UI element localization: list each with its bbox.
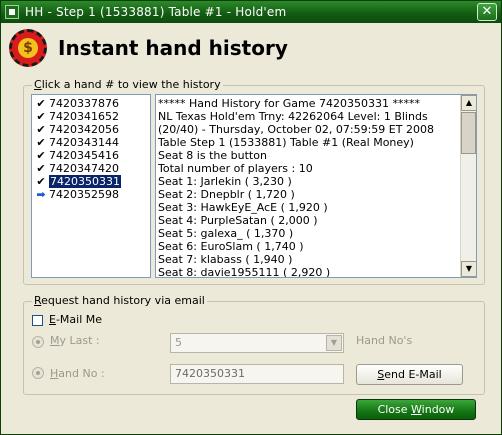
- hand-number: 7420352598: [49, 188, 119, 201]
- hand-number-list[interactable]: ✔ 7420337876 ✔ 7420341652 ✔ 7420342056 ✔…: [31, 94, 151, 278]
- hand-history-text[interactable]: ***** Hand History for Game 7420350331 *…: [155, 94, 477, 278]
- history-line: Seat 1: Jarlekin ( 3,230 ): [158, 175, 292, 188]
- dollar-icon: $: [18, 38, 38, 58]
- history-line: (20/40) - Thursday, October 02, 07:59:59…: [158, 123, 434, 136]
- history-line: NL Texas Hold'em Trny: 42262064 Level: 1…: [158, 110, 428, 123]
- check-icon: ✔: [36, 123, 46, 136]
- page-title: Instant hand history: [58, 36, 288, 60]
- hand-number: 7420341652: [49, 110, 119, 123]
- hand-history-window: HH - Step 1 (1533881) Table #1 - Hold'em…: [0, 0, 502, 435]
- hand-list-item-selected[interactable]: ✔ 7420350331: [34, 175, 150, 188]
- check-icon: ✔: [36, 149, 46, 162]
- history-line: Seat 7: klabass ( 1,940 ): [158, 253, 293, 266]
- my-last-count-value: 5: [175, 336, 182, 349]
- hand-no-label: Hand No :: [50, 367, 105, 380]
- history-line: Seat 3: HawkEyE_AcE ( 1,920 ): [158, 201, 328, 214]
- check-icon: ✔: [36, 97, 46, 110]
- check-icon: ✔: [36, 162, 46, 175]
- history-line: Seat 2: Dnepblr ( 1,720 ): [158, 188, 295, 201]
- hand-number: 7420342056: [49, 123, 119, 136]
- email-me-label[interactable]: E-Mail Me: [49, 313, 102, 327]
- app-icon: [5, 5, 19, 19]
- hand-list-item[interactable]: ✔ 7420337876: [34, 97, 150, 110]
- history-line: Seat 5: galexa_ ( 1,370 ): [158, 227, 294, 240]
- check-icon: ✔: [36, 110, 46, 123]
- scroll-up-arrow-icon[interactable]: ▲: [461, 95, 476, 111]
- check-icon: ✔: [36, 136, 46, 149]
- hand-list-item[interactable]: ✔ 7420342056: [34, 123, 150, 136]
- hand-list-item-current[interactable]: ➡ 7420352598: [34, 188, 150, 201]
- history-line: Seat 4: PurpleSatan ( 2,000 ): [158, 214, 318, 227]
- hand-list-group-label: Click a hand # to view the history: [32, 78, 223, 92]
- chevron-down-icon[interactable]: ▼: [326, 335, 342, 351]
- scroll-down-arrow-icon[interactable]: ▼: [461, 261, 476, 277]
- title-bar[interactable]: HH - Step 1 (1533881) Table #1 - Hold'em…: [1, 1, 501, 23]
- window-title: HH - Step 1 (1533881) Table #1 - Hold'em: [25, 5, 287, 19]
- email-me-checkbox[interactable]: [32, 315, 43, 326]
- hand-no-value: 7420350331: [175, 367, 245, 380]
- history-line: ***** Hand History for Game 7420350331 *…: [158, 97, 420, 110]
- scroll-thumb[interactable]: [461, 112, 476, 154]
- hand-list-item[interactable]: ✔ 7420341652: [34, 110, 150, 123]
- check-icon: ✔: [36, 175, 46, 188]
- my-last-count-select[interactable]: 5 ▼: [170, 333, 344, 353]
- hand-nos-label: Hand No's: [356, 334, 413, 347]
- hand-number: 7420343144: [49, 136, 119, 149]
- my-last-radio[interactable]: [32, 336, 44, 348]
- hand-list-item[interactable]: ✔ 7420345416: [34, 149, 150, 162]
- hand-list-item[interactable]: ✔ 7420343144: [34, 136, 150, 149]
- my-last-label: My Last :: [50, 334, 100, 347]
- history-line: Total number of players : 10: [158, 162, 313, 175]
- email-request-group-label: Request hand history via email: [32, 294, 207, 308]
- hand-number: 7420337876: [49, 97, 119, 110]
- history-line: Seat 8 is the button: [158, 149, 267, 162]
- arrow-right-icon: ➡: [36, 188, 46, 201]
- hand-list-item[interactable]: ✔ 7420347420: [34, 162, 150, 175]
- hand-number: 7420347420: [49, 162, 119, 175]
- hand-number: 7420345416: [49, 149, 119, 162]
- send-email-button[interactable]: Send E-Mail: [356, 364, 463, 385]
- close-button[interactable]: ✕: [477, 3, 497, 21]
- history-line: Seat 8: davie1955111 ( 2,920 ): [158, 266, 331, 278]
- history-line: Seat 6: EuroSlam ( 1,740 ): [158, 240, 304, 253]
- history-scrollbar[interactable]: ▲ ▼: [460, 95, 476, 277]
- close-window-button[interactable]: Close Window: [356, 399, 476, 420]
- hand-no-radio[interactable]: [32, 367, 44, 379]
- hand-no-field[interactable]: 7420350331: [170, 364, 344, 384]
- hand-number: 7420350331: [49, 175, 121, 188]
- history-line: Table Step 1 (1533881) Table #1 (Real Mo…: [158, 136, 414, 149]
- poker-chip-logo: $: [9, 29, 47, 67]
